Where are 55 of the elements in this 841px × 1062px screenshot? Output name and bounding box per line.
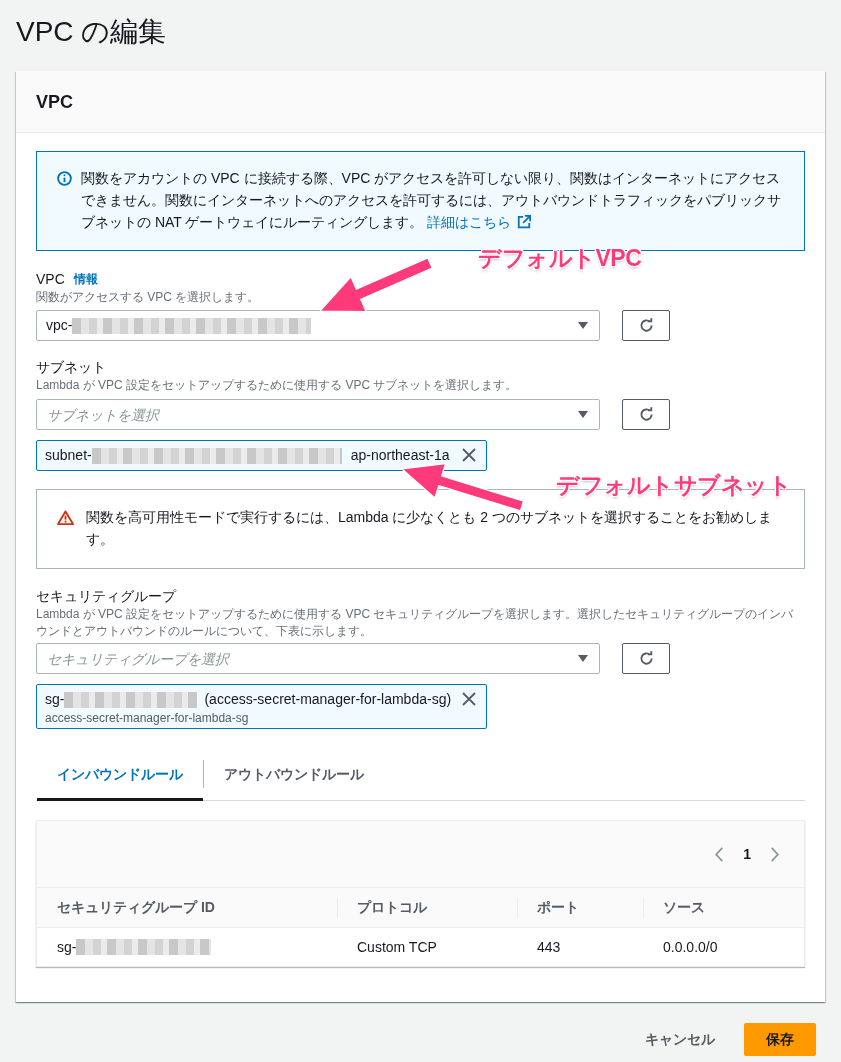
column-header: ポート bbox=[537, 898, 579, 917]
info-icon bbox=[57, 171, 72, 186]
field-label: サブネット bbox=[36, 358, 106, 377]
field-description: Lambda が VPC 設定をセットアップするために使用する VPC セキュリティグループを選択します。選択したセキュリティグループのインバウンドとアウトバウンドのルールについて、下表に示します。 bbox=[36, 606, 795, 640]
alert-message: 関数を高可用性モードで実行するには、Lambda に少なくとも 2 つのサブネットを選択することをお勧めします。 bbox=[86, 508, 774, 549]
field-description: Lambda が VPC 設定をセットアップするために使用する VPC サブネットを選択します。 bbox=[36, 377, 519, 393]
close-icon bbox=[462, 448, 476, 462]
next-page-button[interactable] bbox=[770, 846, 780, 862]
field-label: セキュリティグループ bbox=[36, 587, 176, 606]
remove-button[interactable] bbox=[462, 448, 476, 462]
field-label: VPC bbox=[36, 270, 65, 289]
refresh-icon bbox=[638, 651, 654, 666]
info-link[interactable]: 情報 bbox=[73, 270, 98, 288]
caret-icon bbox=[578, 411, 588, 418]
refresh-button[interactable] bbox=[622, 399, 670, 430]
cancel-button[interactable]: キャンセル bbox=[626, 1023, 734, 1056]
table-cell-text: 443 bbox=[537, 937, 561, 957]
annotation-label: デフォルトVPC bbox=[478, 244, 642, 272]
warning-icon bbox=[57, 510, 74, 525]
caret-icon bbox=[578, 655, 588, 662]
chevron-left-icon bbox=[714, 846, 725, 862]
refresh-button[interactable] bbox=[622, 643, 670, 674]
learn-more-link[interactable]: 詳細はこちら bbox=[426, 211, 531, 233]
chevron-right-icon bbox=[770, 846, 780, 862]
security-group-select[interactable]: セキュリティグループを選択 bbox=[36, 643, 600, 674]
vpc-select[interactable]: vpc- bbox=[36, 310, 600, 341]
remove-button[interactable] bbox=[462, 692, 476, 706]
annotation-label: デフォルトサブネット bbox=[556, 471, 791, 499]
page-number[interactable]: 1 bbox=[743, 843, 751, 865]
rule-tab[interactable]: アウトバウンドルール bbox=[204, 748, 384, 801]
column-header: セキュリティグループ ID bbox=[57, 898, 215, 917]
section-title: VPC bbox=[36, 90, 73, 113]
column-header: ソース bbox=[663, 898, 705, 917]
save-button[interactable]: 保存 bbox=[744, 1023, 816, 1056]
close-icon bbox=[462, 692, 476, 706]
token-subtitle: access-secret-manager-for-lambda-sg bbox=[45, 711, 249, 727]
table-cell-text: sg- bbox=[57, 937, 77, 957]
table-cell-text: Custom TCP bbox=[357, 937, 437, 957]
table-cell-text: 0.0.0.0/0 bbox=[663, 937, 718, 957]
caret-icon bbox=[578, 322, 588, 329]
external-link-icon bbox=[516, 215, 531, 229]
previous-page-button[interactable] bbox=[714, 846, 725, 862]
refresh-icon bbox=[638, 407, 654, 422]
subnet-select[interactable]: サブネットを選択 bbox=[36, 399, 600, 430]
token-zone: ap-northeast-1a bbox=[350, 446, 450, 465]
page-title: VPC の編集 bbox=[15, 15, 168, 49]
token-id: sg- bbox=[45, 690, 65, 709]
alert-message: 関数をアカウントの VPC に接続する際、VPC がアクセスを許可しない限り、関数はインターネットにアクセスできません。関数にインターネットへのアクセスを許可するには、アウトバウンドトラフィックをパブリックサブネットの NAT ゲートウェイにルーティングします。 詳細はこちら bbox=[81, 167, 786, 233]
token-id: subnet- bbox=[45, 446, 92, 465]
column-header: プロトコル bbox=[357, 898, 427, 917]
refresh-button[interactable] bbox=[622, 310, 670, 341]
refresh-icon bbox=[638, 318, 654, 333]
field-description: 関数がアクセスする VPC を選択します。 bbox=[36, 289, 261, 305]
rule-tab[interactable]: インバウンドルール bbox=[37, 748, 203, 801]
token-name: (access-secret-manager-for-lambda-sg) bbox=[204, 690, 452, 709]
